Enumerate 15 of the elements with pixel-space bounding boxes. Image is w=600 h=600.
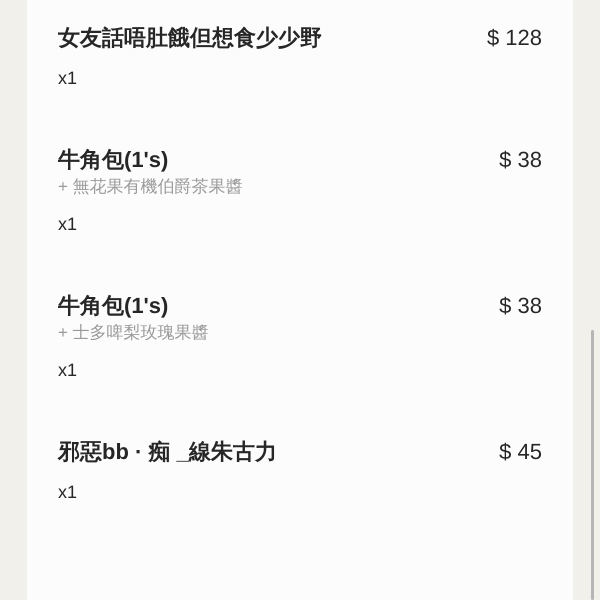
item-price: $ 128 — [486, 24, 542, 52]
item-name: 牛角包(1's) — [58, 292, 168, 320]
item-addon: + 士多啤梨玫瑰果醬 — [58, 322, 209, 344]
item-quantity: x1 — [58, 481, 78, 504]
item-price: $ 38 — [499, 146, 542, 174]
item-price: $ 38 — [499, 292, 542, 320]
item-quantity: x1 — [58, 359, 78, 382]
item-name: 牛角包(1's) — [58, 146, 168, 174]
item-quantity: x1 — [58, 213, 78, 236]
scrollbar[interactable] — [591, 330, 594, 600]
item-quantity: x1 — [58, 67, 78, 90]
item-price: $ 45 — [499, 438, 542, 466]
item-addon: + 無花果有機伯爵茶果醬 — [58, 176, 243, 198]
item-name: 邪惡bb · 痴 _線朱古力 — [58, 438, 277, 466]
item-name: 女友話唔肚餓但想食少少野 — [58, 24, 322, 52]
